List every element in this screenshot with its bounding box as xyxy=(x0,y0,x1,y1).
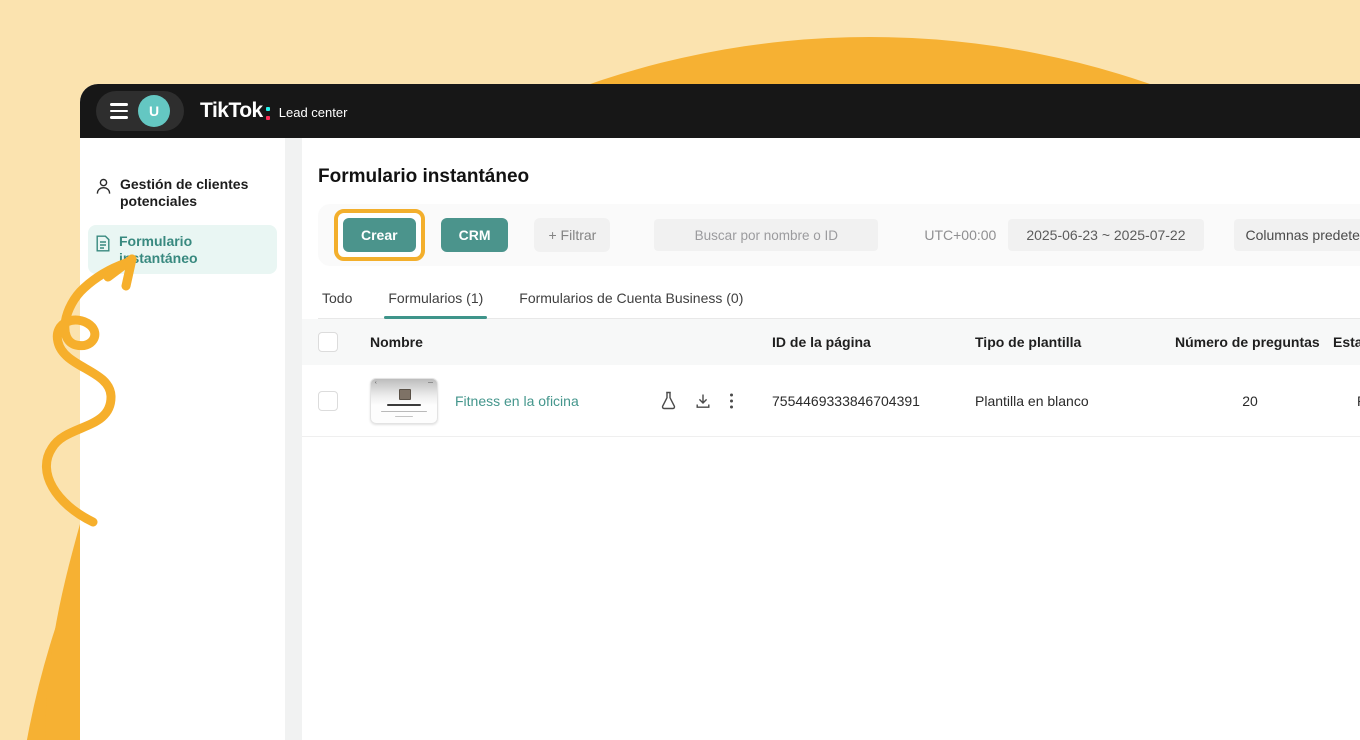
tab-todo[interactable]: Todo xyxy=(318,284,356,318)
avatar[interactable]: U xyxy=(138,95,170,127)
sidebar-item-label: Gestión de clientes potenciales xyxy=(120,176,249,209)
column-header-template-type: Tipo de plantilla xyxy=(975,334,1082,350)
product-name: Lead center xyxy=(278,105,348,120)
create-button[interactable]: Crear xyxy=(343,218,416,252)
search-input[interactable] xyxy=(654,219,879,251)
form-name-link[interactable]: Fitness en la oficina xyxy=(455,393,579,409)
flask-icon[interactable] xyxy=(660,391,677,410)
timezone-label: UTC+00:00 xyxy=(924,227,997,243)
sidebar-divider xyxy=(285,138,302,740)
form-thumbnail[interactable]: ‹ — xyxy=(370,377,438,424)
main-content: Formulario instantáneo Crear CRM + Filtr… xyxy=(302,138,1360,740)
page-title: Formulario instantáneo xyxy=(318,166,530,187)
column-header-status: Esta xyxy=(1333,334,1360,350)
column-header-question-count: Número de preguntas xyxy=(1175,334,1320,350)
table-header-row: Nombre ID de la página Tipo de plantilla… xyxy=(302,319,1360,365)
cell-question-count: 20 xyxy=(1242,392,1258,409)
select-all-checkbox[interactable] xyxy=(318,332,338,352)
person-icon xyxy=(96,178,111,209)
tab-formularios-business[interactable]: Formularios de Cuenta Business (0) xyxy=(515,284,747,318)
columns-dropdown[interactable]: Columnas predeterminadas xyxy=(1233,219,1360,251)
toolbar: Crear CRM + Filtrar UTC+00:00 2025-06-23… xyxy=(318,204,1360,266)
row-checkbox[interactable] xyxy=(318,390,338,411)
table-row: ‹ — Fitness en la oficina 75544693338467… xyxy=(302,365,1360,437)
sidebar-item-lead-management[interactable]: Gestión de clientes potenciales xyxy=(88,168,277,217)
document-icon xyxy=(96,235,110,266)
tiktok-wordmark: TikTok xyxy=(200,99,263,122)
crm-button[interactable]: CRM xyxy=(440,218,509,252)
column-header-page-id: ID de la página xyxy=(772,334,871,350)
crear-highlight-annotation: Crear xyxy=(334,209,425,261)
date-range-picker[interactable]: 2025-06-23 ~ 2025-07-22 xyxy=(1008,219,1204,251)
top-navigation-bar: U TikTok Lead center xyxy=(80,84,1360,138)
column-header-name: Nombre xyxy=(370,334,423,350)
thumbnail-image xyxy=(399,388,411,400)
tab-bar: Todo Formularios (1) Formularios de Cuen… xyxy=(318,284,1360,319)
sidebar-item-instant-form[interactable]: Formulario instantáneo xyxy=(88,225,277,275)
hamburger-menu-icon[interactable] xyxy=(110,103,128,119)
cell-status: P xyxy=(1325,393,1360,409)
tiktok-colon-icon xyxy=(265,106,270,120)
cell-template-type: Plantilla en blanco xyxy=(975,392,1089,409)
tiktok-logo: TikTok Lead center xyxy=(200,99,347,123)
app-window: U TikTok Lead center Gestión de clientes… xyxy=(80,84,1360,740)
cell-page-id: 7554469333846704391 xyxy=(772,392,920,409)
nav-pill: U xyxy=(96,91,184,131)
tab-formularios[interactable]: Formularios (1) xyxy=(384,284,488,319)
download-icon[interactable] xyxy=(694,392,712,410)
kebab-icon[interactable] xyxy=(729,392,734,410)
filter-button[interactable]: + Filtrar xyxy=(534,218,611,252)
sidebar-item-label: Formulario instantáneo xyxy=(119,233,198,266)
sidebar: Gestión de clientes potenciales Formular… xyxy=(80,138,285,740)
